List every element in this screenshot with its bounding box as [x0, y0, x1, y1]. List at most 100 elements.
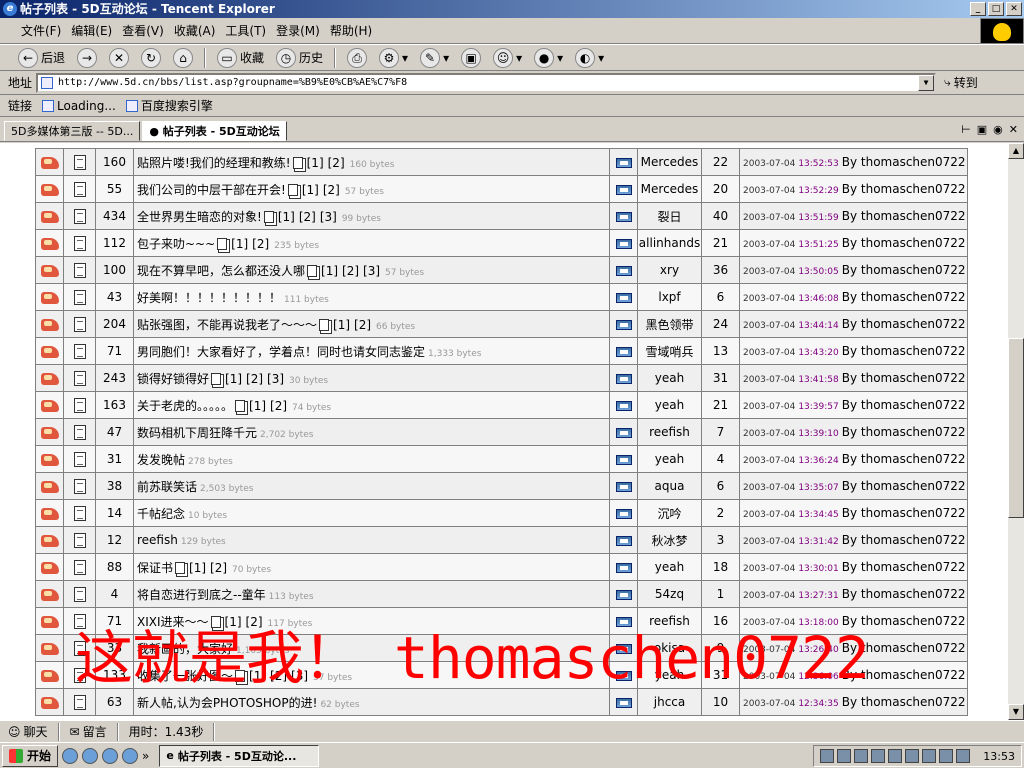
- author-link[interactable]: yeah: [637, 661, 702, 689]
- author-link[interactable]: yeah: [637, 445, 702, 473]
- page-link[interactable]: [1]: [302, 183, 319, 197]
- author-link[interactable]: yeah: [637, 553, 702, 581]
- scroll-up-button[interactable]: ▲: [1008, 143, 1024, 159]
- speaker-icon[interactable]: [820, 749, 835, 763]
- lock-icon[interactable]: ▣: [977, 123, 987, 136]
- taskbar-item-post-list[interactable]: e 帖子列表 - 5D互动论...: [159, 744, 320, 767]
- last-post-user-link[interactable]: By thomaschen0722: [842, 506, 966, 520]
- page-link[interactable]: [2]: [270, 399, 287, 413]
- topic-title-link[interactable]: 贴张强图，不能再说我老了～～～: [137, 318, 317, 332]
- quicklaunch-more-icon[interactable]: »: [142, 749, 149, 763]
- qq-tray-icon[interactable]: [905, 749, 920, 763]
- window-button[interactable]: ▣: [457, 47, 485, 69]
- address-dropdown-button[interactable]: ▼: [918, 74, 935, 91]
- topic-title-link[interactable]: 我新画的，大家好: [137, 642, 233, 656]
- last-post-user-link[interactable]: By thomaschen0722: [842, 182, 966, 196]
- profile-icon[interactable]: [615, 157, 632, 168]
- topic-title-link[interactable]: 现在不算早吧，怎么都还没人哪: [137, 264, 305, 278]
- topic-title-link[interactable]: 发发晚帖: [137, 453, 185, 467]
- forward-button[interactable]: →: [73, 47, 101, 69]
- author-link[interactable]: lxpf: [637, 283, 702, 311]
- author-link[interactable]: 黑色领带: [637, 310, 702, 338]
- topic-title-link[interactable]: 前苏联笑话: [137, 480, 197, 494]
- author-link[interactable]: aqua: [637, 472, 702, 500]
- topic-title-link[interactable]: 贴照片喽!我们的经理和教练!: [137, 156, 291, 170]
- skin-dropdown[interactable]: ◐ ▾: [571, 47, 608, 69]
- author-link[interactable]: 54zq: [637, 580, 702, 608]
- author-link[interactable]: 雪域哨兵: [637, 337, 702, 365]
- author-link[interactable]: 沉吟: [637, 499, 702, 527]
- page-link[interactable]: [3]: [320, 210, 337, 224]
- menu-help[interactable]: 帮助(H): [325, 22, 377, 39]
- page-link[interactable]: [1]: [231, 237, 248, 251]
- print-button[interactable]: ⎙: [343, 47, 371, 69]
- last-post-user-link[interactable]: By thomaschen0722: [842, 533, 966, 547]
- profile-icon[interactable]: [615, 454, 632, 465]
- go-button[interactable]: ⤷ 转到: [944, 74, 978, 91]
- topic-title-link[interactable]: 保证书: [137, 561, 173, 575]
- page-link[interactable]: [1]: [307, 156, 324, 170]
- home-button[interactable]: ⌂: [169, 47, 197, 69]
- profile-icon[interactable]: [615, 346, 632, 357]
- stop-button[interactable]: ✕: [105, 47, 133, 69]
- scroll-thumb[interactable]: [1008, 338, 1024, 518]
- topic-title-link[interactable]: 包子来叻~~~: [137, 237, 215, 251]
- last-post-user-link[interactable]: By thomaschen0722: [842, 560, 966, 574]
- topic-title-link[interactable]: 好美啊！！！！！！！！！: [137, 291, 281, 305]
- page-link[interactable]: [3]: [291, 669, 308, 683]
- shield-icon[interactable]: [837, 749, 852, 763]
- qq-dropdown[interactable]: ● ▾: [530, 47, 567, 69]
- last-post-user-link[interactable]: By thomaschen0722: [842, 479, 966, 493]
- tab-5d-multimedia[interactable]: 5D多媒体第三版 -- 5D...: [4, 121, 141, 141]
- menu-login[interactable]: 登录(M): [271, 22, 325, 39]
- author-link[interactable]: yeah: [637, 391, 702, 419]
- profile-icon[interactable]: [615, 589, 632, 600]
- quicklaunch-mail-icon[interactable]: [82, 747, 99, 764]
- author-link[interactable]: Mercedes: [637, 175, 702, 203]
- last-post-user-link[interactable]: By thomaschen0722: [842, 452, 966, 466]
- profile-icon[interactable]: [615, 265, 632, 276]
- last-post-user-link[interactable]: By thomaschen0722: [842, 155, 966, 169]
- quicklaunch-qq-icon[interactable]: [102, 747, 119, 764]
- profile-icon[interactable]: [615, 562, 632, 573]
- page-link[interactable]: [1]: [249, 669, 266, 683]
- eye-icon[interactable]: ◉: [993, 123, 1003, 136]
- topic-title-link[interactable]: 收集了一张好图～: [137, 669, 233, 683]
- page-link[interactable]: [2]: [246, 372, 263, 386]
- history-button[interactable]: ◷ 历史: [272, 47, 327, 69]
- page-link[interactable]: [1]: [333, 318, 350, 332]
- last-post-user-link[interactable]: By thomaschen0722: [842, 695, 966, 709]
- minimize-button[interactable]: _: [970, 2, 986, 16]
- last-post-user-link[interactable]: By thomaschen0722: [842, 317, 966, 331]
- profile-icon[interactable]: [615, 643, 632, 654]
- address-input[interactable]: http://www.5d.cn/bbs/list.asp?groupname=…: [36, 72, 937, 93]
- profile-icon[interactable]: [615, 508, 632, 519]
- profile-icon[interactable]: [615, 373, 632, 384]
- menu-edit[interactable]: 编辑(E): [66, 22, 117, 39]
- topic-title-link[interactable]: 我们公司的中层干部在开会!: [137, 183, 286, 197]
- last-post-user-link[interactable]: By thomaschen0722: [842, 425, 966, 439]
- chat-button[interactable]: ☺ 聊天: [4, 723, 52, 741]
- message-button[interactable]: ✉ 留言: [66, 723, 111, 741]
- antivirus-icon[interactable]: [922, 749, 937, 763]
- last-post-user-link[interactable]: By thomaschen0722: [842, 398, 966, 412]
- topic-title-link[interactable]: 关于老虎的。。。。。: [137, 399, 233, 413]
- author-link[interactable]: Mercedes: [637, 148, 702, 176]
- last-post-user-link[interactable]: By thomaschen0722: [842, 290, 966, 304]
- topic-title-link[interactable]: 新人帖,认为会PHOTOSHOP的进!: [137, 696, 317, 710]
- author-link[interactable]: allinhands: [637, 229, 702, 257]
- profile-icon[interactable]: [615, 184, 632, 195]
- menu-favorites[interactable]: 收藏(A): [169, 22, 221, 39]
- tab-post-list[interactable]: ● 帖子列表 - 5D互动论坛: [142, 121, 287, 141]
- last-post-user-link[interactable]: By thomaschen0722: [842, 209, 966, 223]
- menu-file[interactable]: 文件(F): [16, 22, 66, 39]
- topic-title-link[interactable]: 将自恋进行到底之--童年: [137, 588, 266, 602]
- profile-icon[interactable]: [615, 427, 632, 438]
- page-link[interactable]: [1]: [321, 264, 338, 278]
- pin-icon[interactable]: ⊢: [961, 123, 971, 136]
- refresh-button[interactable]: ↻: [137, 47, 165, 69]
- contacts-dropdown[interactable]: ☺ ▾: [489, 47, 526, 69]
- author-link[interactable]: 秋冰梦: [637, 526, 702, 554]
- page-link[interactable]: [1]: [249, 399, 266, 413]
- scroll-down-button[interactable]: ▼: [1008, 704, 1024, 720]
